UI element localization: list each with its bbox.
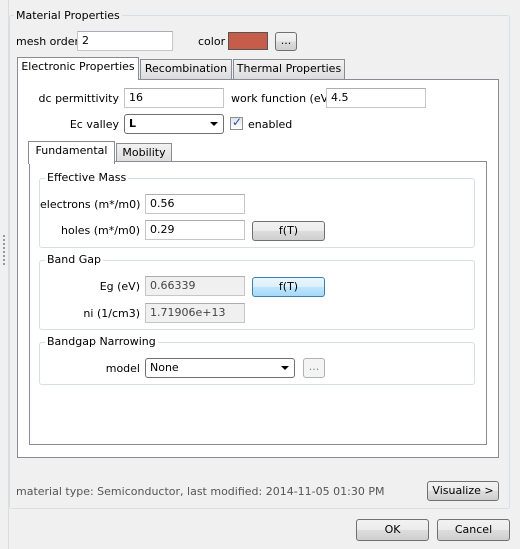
chevron-down-icon [281, 366, 289, 370]
ec-valley-value: L [129, 117, 137, 130]
ok-button[interactable]: OK [356, 519, 429, 541]
cancel-button[interactable]: Cancel [437, 519, 510, 541]
left-splitter-handle[interactable] [3, 235, 5, 265]
work-function-input[interactable]: 4.5 [326, 88, 426, 108]
material-properties-title: Material Properties [14, 9, 122, 22]
enabled-checkbox[interactable]: ✓ [230, 115, 243, 130]
tab-mobility[interactable]: Mobility [116, 143, 172, 163]
status-text: material type: Semiconductor, last modif… [16, 485, 385, 498]
chevron-down-icon [210, 122, 218, 126]
enabled-label: enabled [248, 118, 293, 131]
mesh-order-label: mesh order [16, 35, 80, 48]
eg-label: Eg (eV) [99, 280, 140, 293]
tab-recombination[interactable]: Recombination [140, 59, 232, 79]
color-label: color [198, 35, 226, 48]
visualize-button[interactable]: Visualize > [427, 481, 499, 501]
ni-label: ni (1/cm3) [83, 307, 140, 320]
eg-input[interactable]: 0.66339 [145, 276, 245, 296]
ni-input[interactable]: 1.71906e+13 [145, 303, 245, 323]
effective-mass-ft-button[interactable]: f(T) [252, 221, 325, 241]
holes-input[interactable]: 0.29 [145, 220, 245, 240]
tab-electronic-properties[interactable]: Electronic Properties [17, 57, 139, 80]
ec-valley-label: Ec valley [69, 118, 119, 131]
tab-fundamental[interactable]: Fundamental [28, 141, 115, 164]
model-select[interactable]: None [145, 358, 295, 378]
color-swatch[interactable] [228, 32, 268, 50]
holes-label: holes (m*/m0) [61, 224, 140, 237]
effective-mass-title: Effective Mass [45, 171, 129, 184]
bandgap-narrowing-title: Bandgap Narrowing [45, 335, 158, 348]
model-options-button[interactable]: ... [303, 358, 325, 378]
mesh-order-input[interactable]: 2 [77, 31, 173, 51]
electrons-input[interactable]: 0.56 [145, 194, 245, 214]
tab-thermal-properties[interactable]: Thermal Properties [233, 59, 345, 79]
model-label: model [105, 362, 140, 375]
ec-valley-select[interactable]: L [124, 114, 224, 134]
electrons-label: electrons (m*/m0) [40, 198, 141, 211]
dc-permittivity-label: dc permittivity [38, 92, 119, 105]
work-function-label: work function (eV) [231, 92, 333, 105]
checkmark-icon: ✓ [232, 115, 243, 129]
color-picker-button[interactable]: ... [275, 32, 297, 51]
model-value: None [150, 361, 179, 374]
band-gap-title: Band Gap [45, 253, 103, 266]
dc-permittivity-input[interactable]: 16 [124, 88, 224, 108]
band-gap-ft-button[interactable]: f(T) [252, 277, 325, 297]
